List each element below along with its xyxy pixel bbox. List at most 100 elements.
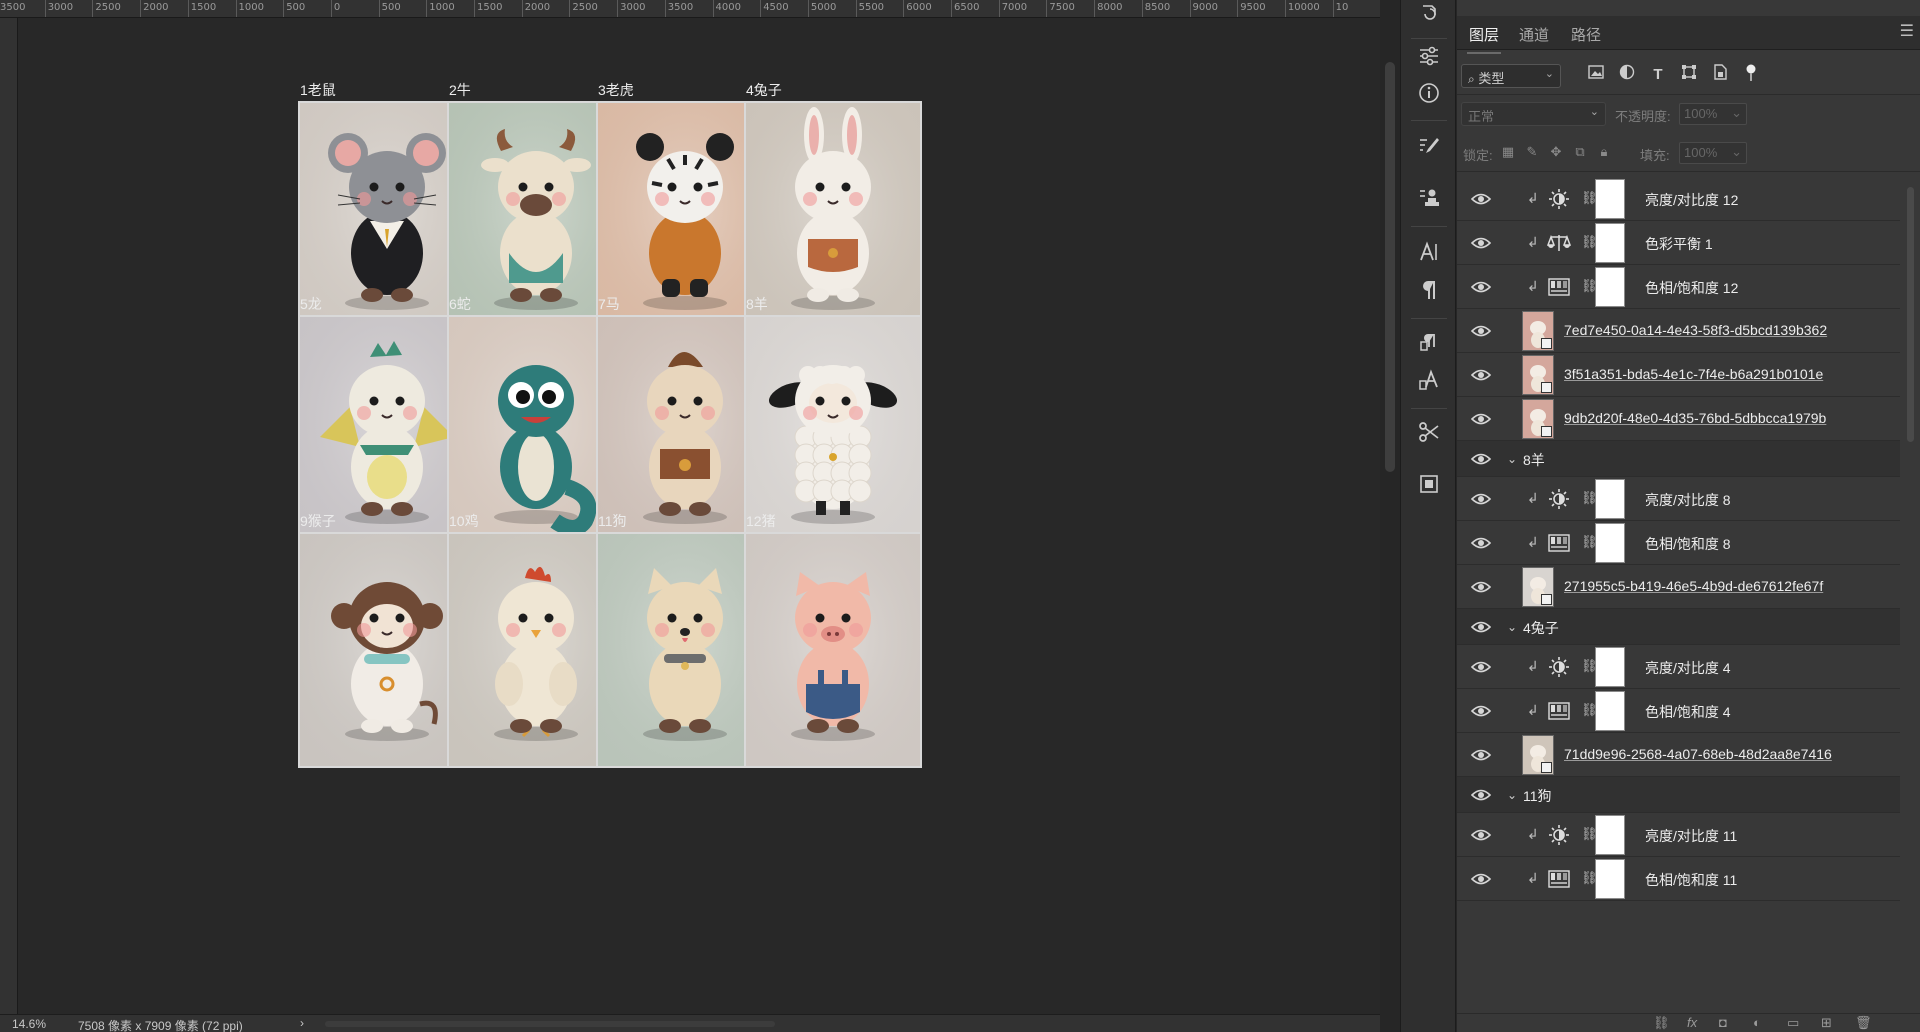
lock-artboard-icon[interactable]: ⧉ — [1569, 141, 1591, 163]
layer-name[interactable]: 亮度/对比度 11 — [1645, 826, 1737, 846]
smart-object-thumbnail[interactable] — [1522, 354, 1554, 395]
canvas-scrollbar-thumb[interactable] — [1385, 62, 1395, 472]
group-collapse-chevron-icon[interactable]: ⌄ — [1507, 452, 1517, 466]
layer-group-row[interactable]: ⌄ 11狗 — [1457, 777, 1900, 813]
blend-mode-select[interactable]: 正常 ⌄ — [1461, 102, 1606, 126]
opacity-input[interactable]: 100% ⌄ — [1679, 103, 1747, 125]
layer-list-scrollbar[interactable] — [1901, 177, 1920, 1013]
paragraph-styles-icon[interactable] — [1415, 328, 1443, 356]
filter-smart-objects-icon[interactable] — [1709, 64, 1731, 86]
visibility-eye-icon[interactable] — [1470, 579, 1492, 595]
canvas-area[interactable]: 3500 3000 2500 2000 1500 1000 500 0 500 1000 1500 2… — [0, 0, 1380, 1032]
visibility-eye-icon[interactable] — [1470, 703, 1492, 719]
brush-settings-icon[interactable] — [1415, 132, 1443, 160]
horizontal-ruler[interactable]: 3500 3000 2500 2000 1500 1000 500 0 500 1000 1500 2… — [0, 0, 1380, 18]
brightness-contrast-icon[interactable] — [1547, 487, 1571, 511]
filter-pixel-layers-icon[interactable] — [1585, 64, 1607, 86]
filter-kind-select[interactable]: ⌕ 类型 ⌄ — [1461, 64, 1561, 88]
lock-position-icon[interactable]: ✥ — [1545, 141, 1567, 163]
visibility-eye-icon[interactable] — [1470, 411, 1492, 427]
visibility-eye-icon[interactable] — [1470, 871, 1492, 887]
color-balance-icon[interactable] — [1547, 231, 1571, 255]
layer-name[interactable]: 色相/饱和度 4 — [1645, 702, 1731, 722]
paragraph-icon[interactable] — [1415, 276, 1443, 304]
visibility-eye-icon[interactable] — [1470, 451, 1492, 467]
vertical-ruler[interactable] — [0, 18, 18, 1014]
panel-menu-icon[interactable]: ☰ — [1900, 24, 1914, 40]
adjustment-layer-row[interactable]: ↲ ⛓ 亮度/对比度 11 — [1457, 813, 1900, 857]
hue-saturation-icon[interactable] — [1547, 275, 1571, 299]
visibility-eye-icon[interactable] — [1470, 827, 1492, 843]
visibility-eye-icon[interactable] — [1470, 491, 1492, 507]
filter-toggle-icon[interactable] — [1740, 64, 1762, 86]
rabbit-figure-image[interactable] — [744, 101, 922, 337]
document-canvas[interactable]: 1老鼠 2牛 3老虎 4兔子 5龙 6蛇 7马 8羊 9猴子 10鸡 11狗 12猪 — [18, 18, 1380, 1014]
layer-name[interactable]: 色相/饱和度 12 — [1645, 278, 1738, 298]
layer-name[interactable]: 色彩平衡 1 — [1645, 234, 1713, 254]
layer-name[interactable]: 亮度/对比度 12 — [1645, 190, 1738, 210]
layer-mask-thumbnail[interactable] — [1595, 478, 1625, 519]
visibility-eye-icon[interactable] — [1470, 619, 1492, 635]
group-collapse-chevron-icon[interactable]: ⌄ — [1507, 788, 1517, 802]
group-name[interactable]: 11狗 — [1523, 786, 1552, 806]
layer-mask-thumbnail[interactable] — [1595, 222, 1625, 263]
filter-shape-layers-icon[interactable] — [1678, 64, 1700, 86]
smart-object-layer-row[interactable]: 9db2d20f-48e0-4d35-76bd-5dbbcca1979b — [1457, 397, 1900, 441]
visibility-eye-icon[interactable] — [1470, 323, 1492, 339]
layer-mask-thumbnail[interactable] — [1595, 646, 1625, 687]
layer-name[interactable]: 亮度/对比度 8 — [1645, 490, 1731, 510]
zoom-level[interactable]: 14.6% — [12, 1017, 46, 1031]
layer-name[interactable]: 271955c5-b419-46e5-4b9d-de67612fe67f — [1564, 578, 1823, 594]
hue-saturation-icon[interactable] — [1547, 699, 1571, 723]
layer-mask-thumbnail[interactable] — [1595, 522, 1625, 563]
layer-mask-thumbnail[interactable] — [1595, 858, 1625, 899]
smart-object-layer-row[interactable]: 71dd9e96-2568-4a07-68eb-48d2aa8e7416 — [1457, 733, 1900, 777]
smart-object-layer-row[interactable]: 3f51a351-bda5-4e1c-7f4e-b6a291b0101e — [1457, 353, 1900, 397]
group-name[interactable]: 4兔子 — [1523, 618, 1559, 638]
smart-object-layer-row[interactable]: 271955c5-b419-46e5-4b9d-de67612fe67f — [1457, 565, 1900, 609]
fill-input[interactable]: 100% ⌄ — [1679, 142, 1747, 164]
hue-saturation-icon[interactable] — [1547, 867, 1571, 891]
smart-object-thumbnail[interactable] — [1522, 398, 1554, 439]
adjustment-layer-row[interactable]: ↲ ⛓ 色相/饱和度 8 — [1457, 521, 1900, 565]
visibility-eye-icon[interactable] — [1470, 235, 1492, 251]
delete-layer-icon[interactable]: 🗑︎ — [1855, 1015, 1872, 1031]
brightness-contrast-icon[interactable] — [1547, 187, 1571, 211]
tool-presets-scissors-icon[interactable] — [1415, 418, 1443, 446]
link-layers-icon[interactable]: ⛓ — [1653, 1015, 1670, 1031]
layer-mask-thumbnail[interactable] — [1595, 266, 1625, 307]
smart-object-thumbnail[interactable] — [1522, 566, 1554, 607]
new-adjustment-layer-icon[interactable]: ◐ — [1753, 1015, 1761, 1030]
info-icon[interactable] — [1415, 79, 1443, 107]
group-name[interactable]: 8羊 — [1523, 450, 1545, 470]
layer-comps-icon[interactable] — [1415, 470, 1443, 498]
status-menu-chevron-icon[interactable]: › — [300, 1016, 304, 1030]
visibility-eye-icon[interactable] — [1470, 191, 1492, 207]
layer-name[interactable]: 71dd9e96-2568-4a07-68eb-48d2aa8e7416 — [1564, 746, 1832, 762]
layer-group-row[interactable]: ⌄ 4兔子 — [1457, 609, 1900, 645]
smart-object-layer-row[interactable]: 7ed7e450-0a14-4e43-58f3-d5bcd139b362 — [1457, 309, 1900, 353]
layer-mask-thumbnail[interactable] — [1595, 178, 1625, 219]
layer-group-row[interactable]: ⌄ 8羊 — [1457, 441, 1900, 477]
filter-type-layers-icon[interactable]: T — [1647, 64, 1669, 86]
document-info[interactable]: 7508 像素 x 7909 像素 (72 ppi) — [78, 1017, 243, 1032]
layer-name[interactable]: 色相/饱和度 8 — [1645, 534, 1731, 554]
hue-saturation-icon[interactable] — [1547, 531, 1571, 555]
group-collapse-chevron-icon[interactable]: ⌄ — [1507, 620, 1517, 634]
clone-source-icon[interactable] — [1415, 184, 1443, 212]
character-styles-icon[interactable] — [1415, 366, 1443, 394]
adjustment-layer-row[interactable]: ↲ ⛓ 色相/饱和度 12 — [1457, 265, 1900, 309]
visibility-eye-icon[interactable] — [1470, 787, 1492, 803]
canvas-horizontal-scrollbar[interactable] — [325, 1021, 775, 1027]
filter-adjustment-layers-icon[interactable] — [1616, 64, 1638, 86]
layer-mask-thumbnail[interactable] — [1595, 814, 1625, 855]
visibility-eye-icon[interactable] — [1470, 535, 1492, 551]
layer-name[interactable]: 7ed7e450-0a14-4e43-58f3-d5bcd139b362 — [1564, 322, 1827, 338]
visibility-eye-icon[interactable] — [1470, 659, 1492, 675]
history-icon[interactable] — [1415, 0, 1443, 28]
new-layer-icon[interactable]: ⊞ — [1821, 1015, 1832, 1031]
lock-all-icon[interactable]: 🔒︎ — [1593, 141, 1615, 163]
canvas-vertical-scrollbar[interactable] — [1381, 0, 1399, 1032]
brightness-contrast-icon[interactable] — [1547, 823, 1571, 847]
lock-transparent-pixels-icon[interactable]: ▦ — [1497, 141, 1519, 163]
